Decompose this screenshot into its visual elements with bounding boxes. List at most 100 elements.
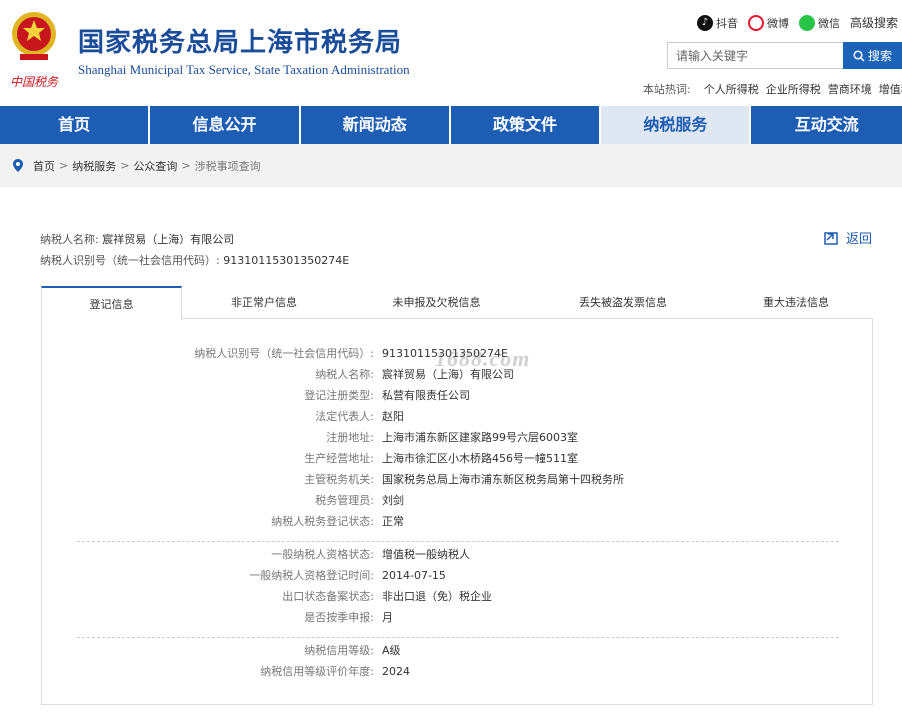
detail-row: 一般纳税人资格状态: 增值税一般纳税人	[41, 545, 873, 565]
detail-value: 91310115301350274E	[382, 347, 508, 360]
detail-label: 是否按季申报:	[304, 611, 374, 624]
taxpayer-id: 91310115301350274E	[223, 254, 350, 267]
detail-label: 税务管理员:	[315, 494, 374, 507]
detail-label: 纳税信用等级评价年度:	[260, 665, 374, 678]
taxpayer-id-label: 纳税人识别号（统一社会信用代码）:	[40, 254, 220, 267]
social-links: ♪ 抖音 微博 微信 高级搜索	[696, 14, 898, 31]
breadcrumb-home[interactable]: 首页	[33, 158, 55, 174]
detail-label: 一般纳税人资格登记时间:	[249, 569, 374, 582]
detail-value: 刘剑	[382, 494, 404, 507]
detail-row: 纳税人税务登记状态: 正常	[41, 512, 873, 532]
section-divider	[77, 637, 839, 638]
search-button[interactable]: 搜索	[843, 42, 902, 69]
detail-value: A级	[382, 644, 401, 657]
breadcrumb-separator: >	[181, 159, 191, 172]
nav-tab-interaction[interactable]: 互动交流	[751, 106, 901, 144]
weibo-link[interactable]: 微博	[747, 14, 789, 31]
nav-tab-tax-service[interactable]: 纳税服务	[601, 106, 752, 144]
hot-word-link[interactable]: 增值税	[879, 81, 902, 97]
svg-text:中国税务: 中国税务	[10, 75, 59, 89]
search-input[interactable]	[667, 42, 843, 69]
hot-words: 本站热词: 个人所得税 企业所得税 营商环境 增值税	[643, 81, 902, 97]
wechat-link[interactable]: 微信	[798, 14, 840, 31]
advanced-search-link[interactable]: 高级搜索	[850, 14, 898, 31]
search-icon	[853, 49, 865, 62]
wechat-icon	[798, 14, 815, 31]
tab-major-violations[interactable]: 重大违法信息	[719, 286, 873, 319]
nav-tab-policy[interactable]: 政策文件	[451, 106, 602, 144]
breadcrumb-public-query[interactable]: 公众查询	[133, 158, 177, 174]
detail-row: 是否按季申报: 月	[41, 608, 873, 628]
detail-row: 注册地址: 上海市浦东新区建家路99号六层6003室	[41, 428, 873, 448]
site-subtitle: Shanghai Municipal Tax Service, State Ta…	[78, 62, 410, 77]
detail-label: 纳税人税务登记状态:	[271, 515, 374, 528]
detail-label: 纳税信用等级:	[304, 644, 374, 657]
search-box: 搜索	[667, 42, 902, 69]
detail-value: 赵阳	[382, 410, 404, 423]
back-icon	[824, 231, 838, 245]
detail-row: 法定代表人: 赵阳	[41, 407, 873, 427]
nav-tab-info-disclosure[interactable]: 信息公开	[150, 106, 301, 144]
detail-label: 法定代表人:	[315, 410, 374, 423]
detail-row: 生产经营地址: 上海市徐汇区小木桥路456号一幢511室	[41, 449, 873, 469]
detail-value: 国家税务总局上海市浦东新区税务局第十四税务所	[382, 473, 624, 486]
detail-value: 上海市浦东新区建家路99号六层6003室	[382, 431, 578, 444]
detail-value: 宸祥贸易（上海）有限公司	[382, 368, 514, 381]
detail-row: 纳税人识别号（统一社会信用代码）: 91310115301350274E	[41, 344, 873, 364]
detail-label: 注册地址:	[326, 431, 374, 444]
detail-row: 一般纳税人资格登记时间: 2014-07-15	[41, 566, 873, 586]
taxpayer-name-label: 纳税人名称:	[40, 233, 99, 246]
detail-label: 生产经营地址:	[304, 452, 374, 465]
breadcrumb-separator: >	[120, 159, 130, 172]
back-label: 返回	[846, 232, 873, 247]
weibo-icon	[747, 14, 764, 31]
site-title: 国家税务总局上海市税务局	[78, 28, 403, 58]
detail-row: 出口状态备案状态: 非出口退（免）税企业	[41, 587, 873, 607]
detail-value: 增值税一般纳税人	[382, 548, 470, 561]
tab-lost-invoices[interactable]: 丢失被盗发票信息	[527, 286, 719, 319]
detail-value: 2024	[382, 665, 410, 678]
detail-label: 纳税人识别号（统一社会信用代码）:	[194, 347, 374, 360]
location-pin-icon	[13, 159, 23, 172]
back-button[interactable]: 返回	[824, 228, 872, 247]
tab-registration-info[interactable]: 登记信息	[41, 286, 182, 320]
hot-word-link[interactable]: 企业所得税	[766, 81, 821, 97]
nav-tab-home[interactable]: 首页	[0, 106, 151, 144]
douyin-label: 抖音	[715, 16, 738, 30]
hot-words-label: 本站热词:	[643, 83, 691, 96]
detail-label: 出口状态备案状态:	[282, 590, 374, 603]
detail-value: 正常	[382, 515, 404, 528]
douyin-link[interactable]: ♪ 抖音	[696, 14, 738, 31]
taxpayer-summary: 纳税人名称: 宸祥贸易（上海）有限公司 纳税人识别号（统一社会信用代码）: 91…	[40, 229, 349, 271]
weibo-label: 微博	[766, 16, 789, 30]
breadcrumb: 首页 > 纳税服务 > 公众查询 > 涉税事项查询	[0, 144, 902, 187]
tab-undeclared-arrears[interactable]: 未申报及欠税信息	[346, 286, 527, 319]
douyin-icon: ♪	[696, 14, 713, 31]
hot-word-link[interactable]: 个人所得税	[704, 81, 759, 97]
info-tabs: 登记信息 非正常户信息 未申报及欠税信息 丢失被盗发票信息 重大违法信息	[41, 286, 873, 320]
detail-value: 上海市徐汇区小木桥路456号一幢511室	[382, 452, 578, 465]
detail-value: 月	[382, 611, 393, 624]
wechat-label: 微信	[817, 16, 840, 30]
detail-label: 登记注册类型:	[304, 389, 374, 402]
section-divider	[77, 541, 839, 542]
detail-value: 2014-07-15	[382, 569, 446, 582]
detail-row: 纳税人名称: 宸祥贸易（上海）有限公司	[41, 365, 873, 385]
detail-row: 税务管理员: 刘剑	[41, 491, 873, 511]
breadcrumb-tax-service[interactable]: 纳税服务	[72, 158, 116, 174]
site-header: 中国税务 国家税务总局上海市税务局 Shanghai Municipal Tax…	[0, 0, 902, 106]
detail-value: 非出口退（免）税企业	[382, 590, 492, 603]
nav-tab-news[interactable]: 新闻动态	[301, 106, 451, 144]
detail-row: 主管税务机关: 国家税务总局上海市浦东新区税务局第十四税务所	[41, 470, 873, 490]
breadcrumb-separator: >	[59, 159, 69, 172]
detail-label: 主管税务机关:	[304, 473, 374, 486]
tab-abnormal-account[interactable]: 非正常户信息	[182, 286, 346, 319]
search-button-label: 搜索	[867, 49, 892, 63]
hot-word-link[interactable]: 营商环境	[828, 81, 872, 97]
detail-row: 登记注册类型: 私营有限责任公司	[41, 386, 873, 406]
detail-label: 纳税人名称:	[315, 368, 374, 381]
detail-value: 私营有限责任公司	[382, 389, 470, 402]
detail-label: 一般纳税人资格状态:	[271, 548, 374, 561]
detail-row: 纳税信用等级评价年度: 2024	[41, 662, 873, 682]
national-emblem-logo: 中国税务	[10, 12, 59, 89]
